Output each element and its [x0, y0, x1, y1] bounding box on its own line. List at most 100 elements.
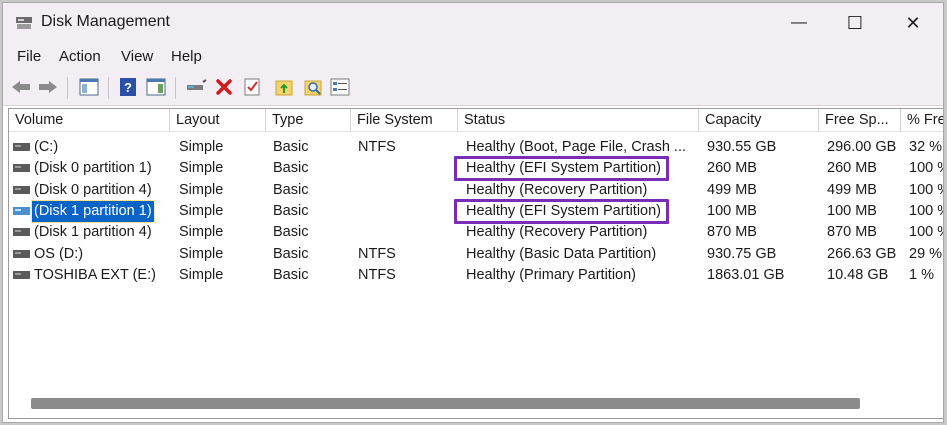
column-header-status[interactable]: Status: [458, 109, 698, 131]
type-cell: Basic: [273, 266, 309, 283]
drive-icon: [13, 206, 30, 215]
percent-free-cell: 32 %: [909, 139, 943, 155]
check-icon: [244, 78, 260, 96]
connect-disk-button[interactable]: [185, 76, 207, 98]
help-button[interactable]: ?: [117, 76, 139, 98]
volume-row[interactable]: (Disk 0 partition 4) Simple Basic Healthy (…: [9, 180, 943, 201]
column-header-free-space[interactable]: Free Sp...: [819, 109, 900, 131]
layout-cell: Simple: [179, 202, 224, 219]
free-space-cell: 296.00 GB: [827, 139, 897, 155]
free-space-cell: 499 MB: [827, 181, 877, 198]
column-header-layout[interactable]: Layout: [170, 109, 265, 131]
volume-name-cell[interactable]: (Disk 0 partition 1): [32, 158, 154, 179]
capacity-cell: 930.55 GB: [707, 139, 777, 155]
explore-button[interactable]: [302, 76, 324, 98]
type-cell: Basic: [273, 139, 309, 155]
menu-view[interactable]: View: [121, 48, 153, 65]
list-view-button[interactable]: [329, 76, 351, 98]
column-header-volume[interactable]: Volume: [9, 109, 169, 131]
status-cell: Healthy (Recovery Partition): [466, 181, 648, 198]
up-folder-button[interactable]: [273, 76, 295, 98]
status-cell: Healthy (Basic Data Partition): [466, 245, 657, 262]
type-cell: Basic: [273, 160, 309, 177]
drive-icon: [13, 164, 30, 173]
volume-row[interactable]: (C:) Simple Basic NTFS Healthy (Boot, Page F…: [9, 137, 943, 158]
status-cell: Healthy (Boot, Page File, Crash ...: [466, 139, 687, 155]
menu-bar: File Action View Help: [3, 43, 943, 71]
free-space-cell: 260 MB: [827, 160, 877, 177]
console-tree-button[interactable]: [78, 76, 100, 98]
toolbar: ?: [3, 71, 943, 106]
forward-button[interactable]: [37, 76, 59, 98]
capacity-cell: 100 MB: [707, 202, 757, 219]
type-cell: Basic: [273, 245, 309, 262]
capacity-cell: 930.75 GB: [707, 245, 777, 262]
back-button[interactable]: [10, 76, 32, 98]
free-space-cell: 870 MB: [827, 224, 877, 241]
minimize-button[interactable]: —: [769, 3, 829, 43]
layout-cell: Simple: [179, 139, 224, 155]
column-header-file-system[interactable]: File System: [351, 109, 457, 131]
properties-icon: [146, 78, 166, 96]
menu-file[interactable]: File: [17, 48, 41, 65]
menu-action[interactable]: Action: [59, 48, 101, 65]
maximize-button[interactable]: ☐: [825, 3, 885, 43]
status-cell: Healthy (Primary Partition): [466, 266, 637, 283]
column-header-capacity[interactable]: Capacity: [699, 109, 818, 131]
window-title: Disk Management: [41, 13, 170, 30]
svg-text:?: ?: [124, 80, 132, 95]
explore-icon: [304, 80, 322, 96]
percent-free-cell: 100 %: [909, 181, 943, 198]
volume-name-cell[interactable]: (Disk 1 partition 1): [31, 199, 155, 223]
disk-management-window: Disk Management — ☐ ✕ File Action View H…: [2, 2, 944, 423]
layout-cell: Simple: [179, 266, 224, 283]
connect-disk-icon: [187, 79, 207, 90]
toolbar-separator: [108, 77, 109, 99]
free-space-cell: 10.48 GB: [827, 266, 889, 283]
back-arrow-icon: [12, 81, 30, 93]
layout-cell: Simple: [179, 245, 224, 262]
help-icon: ?: [120, 78, 136, 96]
percent-free-cell: 100 %: [909, 202, 943, 219]
volume-name-cell[interactable]: (Disk 0 partition 4): [32, 180, 154, 201]
file-system-cell: NTFS: [358, 245, 396, 262]
percent-free-cell: 29 %: [909, 245, 943, 262]
toolbar-separator: [175, 77, 176, 99]
check-button[interactable]: [241, 76, 263, 98]
volume-list[interactable]: Volume Layout Type File System Status Ca…: [8, 108, 943, 419]
volume-name-cell[interactable]: OS (D:): [32, 244, 85, 265]
capacity-cell: 499 MB: [707, 181, 757, 198]
open-folder-icon: [275, 80, 293, 96]
type-cell: Basic: [273, 202, 309, 219]
layout-cell: Simple: [179, 224, 224, 241]
drive-icon: [13, 228, 30, 237]
type-cell: Basic: [273, 224, 309, 241]
drive-icon: [13, 185, 30, 194]
layout-cell: Simple: [179, 160, 224, 177]
drive-icon: [13, 249, 30, 258]
menu-help[interactable]: Help: [171, 48, 202, 65]
properties-button[interactable]: [145, 76, 167, 98]
disk-management-app-icon: [16, 17, 32, 29]
toolbar-separator: [67, 77, 68, 99]
horizontal-scrollbar-thumb[interactable]: [31, 398, 860, 409]
column-header-percent-free[interactable]: % Fre: [901, 109, 943, 131]
title-bar: Disk Management — ☐ ✕: [3, 3, 943, 43]
free-space-cell: 266.63 GB: [827, 245, 897, 262]
capacity-cell: 870 MB: [707, 224, 757, 241]
layout-cell: Simple: [179, 181, 224, 198]
column-header-type[interactable]: Type: [266, 109, 350, 131]
close-button[interactable]: ✕: [883, 3, 943, 43]
status-cell: Healthy (Recovery Partition): [466, 224, 648, 241]
volume-row[interactable]: (Disk 1 partition 4) Simple Basic Healthy (…: [9, 222, 943, 243]
volume-name-cell[interactable]: (C:): [32, 137, 60, 158]
file-system-cell: NTFS: [358, 266, 396, 283]
delete-button[interactable]: [213, 76, 235, 98]
volume-name-cell[interactable]: (Disk 1 partition 4): [32, 222, 154, 243]
volume-row[interactable]: TOSHIBA EXT (E:) Simple Basic NTFS Healthy (…: [9, 265, 943, 286]
console-tree-icon: [79, 78, 99, 96]
volume-row[interactable]: OS (D:) Simple Basic NTFS Healthy (Basic Dat…: [9, 244, 943, 265]
volume-name-cell[interactable]: TOSHIBA EXT (E:): [32, 265, 158, 286]
percent-free-cell: 100 %: [909, 160, 943, 177]
file-system-cell: NTFS: [358, 139, 396, 155]
